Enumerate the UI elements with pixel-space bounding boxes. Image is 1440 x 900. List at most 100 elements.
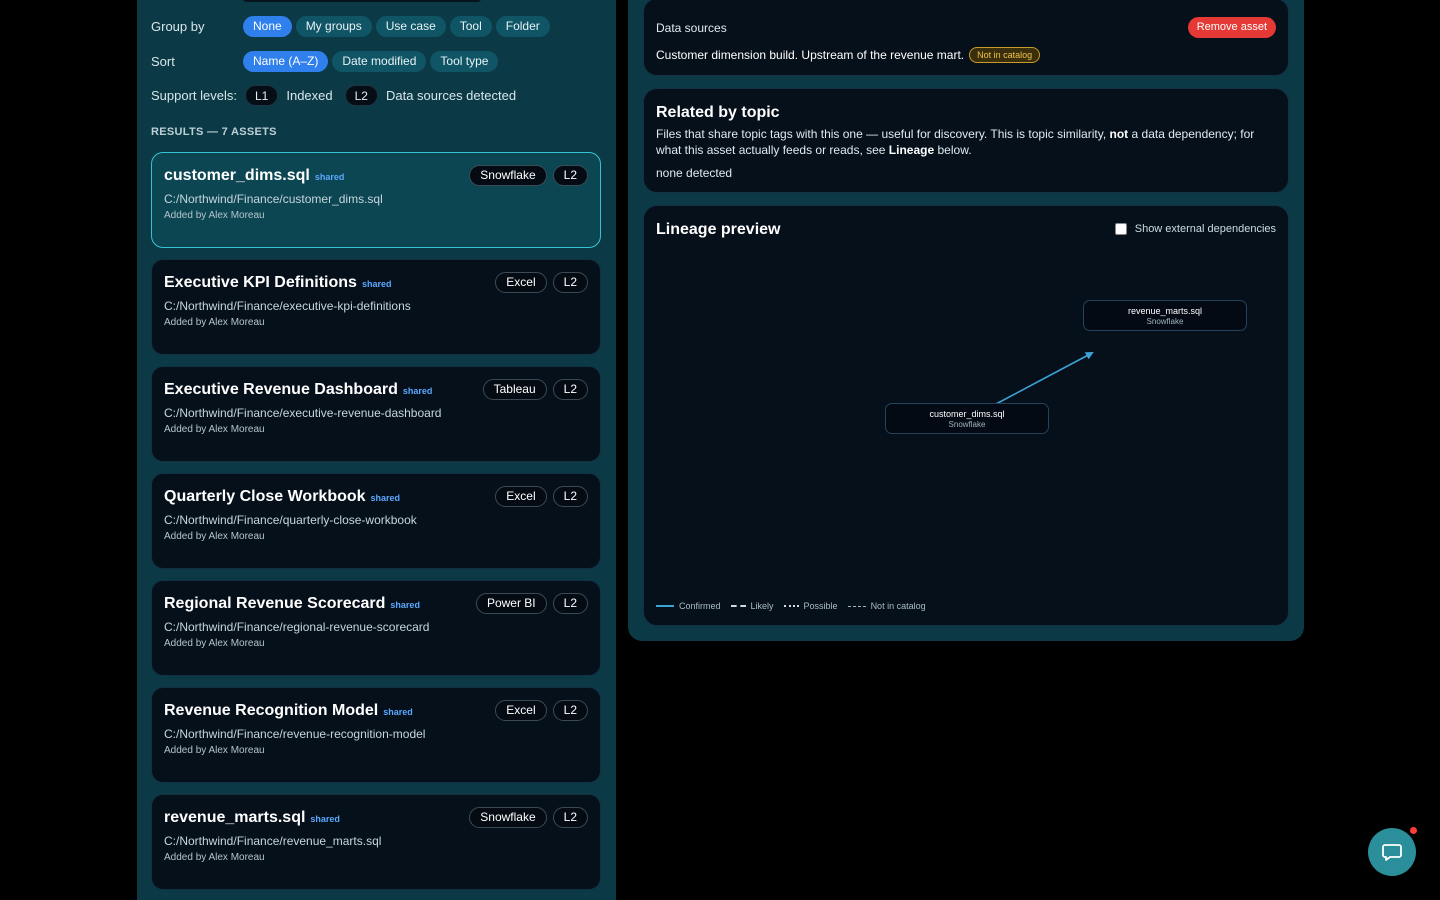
group-by-folder-chip[interactable]: Folder xyxy=(495,15,550,37)
level-l1-desc: Indexed xyxy=(286,87,333,103)
shared-tag: shared xyxy=(314,172,345,182)
asset-path: C:/Northwind/Finance/executive-kpi-defin… xyxy=(164,299,411,313)
shared-tag: shared xyxy=(402,386,433,396)
tool-badge: Snowflake xyxy=(469,807,547,828)
node-tool: Snowflake xyxy=(948,420,986,429)
sort-tool-type-chip[interactable]: Tool type xyxy=(430,50,499,72)
asset-path: C:/Northwind/Finance/revenue-recognition… xyxy=(164,727,426,741)
sort-name-chip[interactable]: Name (A–Z) xyxy=(243,50,329,72)
legend-likely: Likely xyxy=(730,601,774,611)
level-badge: L2 xyxy=(552,593,588,614)
group-by-filter: Group by None My groups Use case Tool Fo… xyxy=(151,15,554,37)
related-title: Related by topic xyxy=(656,104,780,121)
asset-title: revenue_marts.sql shared xyxy=(164,809,340,826)
tool-badge: Excel xyxy=(495,486,547,507)
asset-path: C:/Northwind/Finance/executive-revenue-d… xyxy=(164,406,442,420)
asset-list-panel: Group by None My groups Use case Tool Fo… xyxy=(137,0,616,900)
level-badge: L2 xyxy=(552,379,588,400)
related-none: none detected xyxy=(656,166,733,180)
asset-description: Customer dimension build. Upstream of th… xyxy=(656,47,1041,63)
asset-added-by: Added by Alex Moreau xyxy=(164,424,265,435)
group-by-label: Group by xyxy=(151,18,205,34)
level-l2-badge: L2 xyxy=(344,84,378,106)
asset-title: Executive Revenue Dashboard shared xyxy=(164,381,433,398)
group-by-use-case-chip[interactable]: Use case xyxy=(375,15,446,37)
level-l1-badge: L1 xyxy=(245,84,279,106)
asset-title: Quarterly Close Workbook shared xyxy=(164,488,401,505)
shared-tag: shared xyxy=(383,707,413,717)
asset-card[interactable]: Regional Revenue Scorecard shared Power B… xyxy=(151,580,601,676)
level-badge: L2 xyxy=(552,807,588,828)
sort-date-modified-chip[interactable]: Date modified xyxy=(332,50,427,72)
shared-tag: shared xyxy=(390,600,420,610)
asset-path: C:/Northwind/Finance/regional-revenue-sc… xyxy=(164,620,430,634)
asset-title: Executive KPI Definitions shared xyxy=(164,274,392,291)
asset-added-by: Added by Alex Moreau xyxy=(164,210,265,221)
asset-card[interactable]: customer_dims.sql shared Snowflake L2 C:/N… xyxy=(151,152,601,248)
lineage-edge-confirmed xyxy=(995,352,1094,405)
support-levels-label: Support levels: xyxy=(151,87,237,103)
shared-tag: shared xyxy=(361,279,392,289)
remove-asset-button[interactable]: Remove asset xyxy=(1187,17,1276,38)
asset-title: Regional Revenue Scorecard shared xyxy=(164,595,420,612)
support-levels-legend: Support levels: L1 Indexed L2 Data sourc… xyxy=(151,84,516,106)
level-badge: L2 xyxy=(552,165,588,186)
node-name: customer_dims.sql xyxy=(929,409,1005,419)
asset-path: C:/Northwind/Finance/customer_dims.sql xyxy=(164,192,383,206)
sort-filter: Sort Name (A–Z) Date modified Tool type xyxy=(151,50,502,72)
top-scroll-edge xyxy=(242,0,482,2)
node-tool: Snowflake xyxy=(1146,317,1184,326)
results-heading: RESULTS — 7 ASSETS xyxy=(151,126,277,138)
lineage-legend: Confirmed Likely Possible Not in catalog xyxy=(656,601,936,611)
lineage-link[interactable]: Lineage xyxy=(889,143,934,157)
tool-badge: Snowflake xyxy=(469,165,547,186)
chat-button[interactable] xyxy=(1368,828,1416,876)
level-badge: L2 xyxy=(552,700,588,721)
chat-bubble-icon xyxy=(1382,844,1402,861)
node-name: revenue_marts.sql xyxy=(1127,306,1203,316)
data-sources-card: Data sources Remove asset Customer dimen… xyxy=(643,0,1289,76)
asset-card[interactable]: Revenue Recognition Model shared Excel L2 … xyxy=(151,687,601,783)
data-sources-label: Data sources xyxy=(656,21,727,35)
asset-card[interactable]: Executive KPI Definitions shared Excel L2 … xyxy=(151,259,601,355)
asset-added-by: Added by Alex Moreau xyxy=(164,852,265,863)
tool-badge: Tableau xyxy=(482,379,547,400)
related-by-topic-card: Related by topic Files that share topic … xyxy=(643,88,1289,193)
asset-added-by: Added by Alex Moreau xyxy=(164,745,265,756)
not-in-catalog-badge: Not in catalog xyxy=(969,47,1041,63)
asset-title: Revenue Recognition Model shared xyxy=(164,702,413,719)
asset-added-by: Added by Alex Moreau xyxy=(164,317,265,328)
lineage-node-customer-dims[interactable]: customer_dims.sql Snowflake xyxy=(885,403,1049,434)
group-by-none-chip[interactable]: None xyxy=(243,15,292,37)
level-badge: L2 xyxy=(552,272,588,293)
tool-badge: Power BI xyxy=(475,593,547,614)
confirmed-swatch xyxy=(656,605,674,607)
group-by-tool-chip[interactable]: Tool xyxy=(449,15,492,37)
lineage-node-revenue-marts[interactable]: revenue_marts.sql Snowflake xyxy=(1083,300,1247,331)
shared-tag: shared xyxy=(370,493,401,503)
shared-tag: shared xyxy=(310,814,340,824)
legend-confirmed: Confirmed xyxy=(656,601,721,611)
asset-added-by: Added by Alex Moreau xyxy=(164,638,265,649)
possible-swatch xyxy=(783,605,799,607)
level-badge: L2 xyxy=(552,486,588,507)
asset-path: C:/Northwind/Finance/quarterly-close-wor… xyxy=(164,513,417,527)
asset-title: customer_dims.sql shared xyxy=(164,167,345,184)
not-in-catalog-swatch xyxy=(847,605,866,607)
asset-card[interactable]: revenue_marts.sql shared Snowflake L2 C:/N… xyxy=(151,794,601,890)
legend-possible: Possible xyxy=(783,601,838,611)
notification-dot xyxy=(1410,827,1417,834)
level-l2-desc: Data sources detected xyxy=(385,87,517,103)
asset-path: C:/Northwind/Finance/revenue_marts.sql xyxy=(164,834,382,848)
related-description: Files that share topic tags with this on… xyxy=(656,127,1255,157)
asset-card[interactable]: Quarterly Close Workbook shared Excel L2 C… xyxy=(151,473,601,569)
legend-not-in-catalog: Not in catalog xyxy=(847,601,926,611)
asset-added-by: Added by Alex Moreau xyxy=(164,531,265,542)
sort-label: Sort xyxy=(151,53,175,69)
tool-badge: Excel xyxy=(495,700,547,721)
group-by-my-groups-chip[interactable]: My groups xyxy=(295,15,372,37)
asset-card[interactable]: Executive Revenue Dashboard shared Tablea… xyxy=(151,366,601,462)
lineage-preview-card: Lineage preview Show external dependenci… xyxy=(643,205,1289,626)
tool-badge: Excel xyxy=(495,272,547,293)
asset-detail-panel: Data sources Remove asset Customer dimen… xyxy=(628,0,1304,641)
